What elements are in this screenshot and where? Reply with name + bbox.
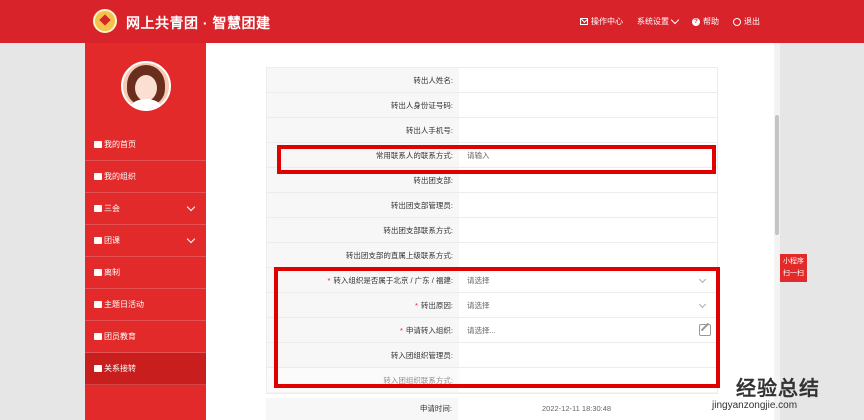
youth-league-logo-icon [93, 9, 117, 33]
form-row-name: 转出人姓名: [267, 68, 717, 93]
chevron-down-icon [186, 202, 196, 212]
sidebar-item-system[interactable]: 离制 [85, 257, 206, 289]
form-row-in-admin: 转入团组织管理员: [267, 343, 717, 368]
home-icon [94, 141, 102, 148]
sidebar-item-league-class[interactable]: 团课 [85, 225, 206, 257]
target-org-picker[interactable]: 请选择... [459, 318, 717, 342]
form-row-target-org: * 申请转入组织: 请选择... [267, 318, 717, 343]
top-nav: 操作中心 系统设置 ? 帮助 退出 [580, 0, 864, 43]
watermark: 经验总结 jingyanzongjie.com [712, 378, 820, 411]
form-row-out-contact: 转出团支部联系方式: [267, 218, 717, 243]
chevron-down-icon [670, 15, 680, 25]
edit-icon[interactable] [699, 324, 711, 336]
form-row-superior-contact: 转出团支部的直属上级联系方式: [267, 243, 717, 268]
sidebar-menu: 我的首页 我的组织 三会 团课 离制 主题日活动 团员教育 关系接转 [85, 129, 206, 385]
form-row-out-admin: 转出团支部管理员: [267, 193, 717, 218]
users-icon [94, 173, 102, 180]
sidebar-item-my-org[interactable]: 我的组织 [85, 161, 206, 193]
checkbox-icon [94, 205, 102, 212]
nav-logout[interactable]: 退出 [733, 16, 760, 27]
nav-operation-center[interactable]: 操作中心 [580, 16, 623, 27]
form-row-submit-time: 申请时间: 2022-12-11 18:30:48 [266, 398, 718, 420]
gear-icon [94, 301, 102, 308]
sidebar-item-theme-day[interactable]: 主题日活动 [85, 289, 206, 321]
circle-icon [94, 269, 102, 276]
region-select[interactable]: 请选择 [459, 268, 717, 292]
graduation-cap-icon [94, 333, 102, 340]
brand-title: 网上共青团 · 智慧团建 [126, 15, 271, 31]
form-row-reason-select: * 转出原因: 请选择 [267, 293, 717, 318]
required-mark: * [414, 301, 418, 310]
folder-icon [94, 237, 102, 244]
sidebar-item-three-meetings[interactable]: 三会 [85, 193, 206, 225]
form-row-region-select: * 转入组织是否属于北京 / 广东 / 福建: 请选择 [267, 268, 717, 293]
form-row-contact: 常用联系人的联系方式: 请输入 [267, 143, 717, 168]
form-row-in-contact: 转入团组织联系方式: [267, 368, 717, 393]
left-backdrop [0, 43, 85, 420]
form-row-id-number: 转出人身份证号码: [267, 93, 717, 118]
avatar[interactable] [121, 61, 171, 111]
power-icon [733, 17, 741, 26]
required-mark: * [399, 326, 403, 335]
form-row-phone: 转出人手机号: [267, 118, 717, 143]
scrollbar-thumb[interactable] [775, 115, 779, 235]
reason-select[interactable]: 请选择 [459, 293, 717, 317]
chevron-down-icon [186, 234, 196, 244]
nav-system-settings[interactable]: 系统设置 [637, 15, 680, 27]
form-row-out-branch: 转出团支部: [267, 168, 717, 193]
sidebar-item-education[interactable]: 团员教育 [85, 321, 206, 353]
contact-input[interactable]: 请输入 [459, 143, 717, 167]
transfer-form: 转出人姓名: 转出人身份证号码: 转出人手机号: 常用联系人的联系方式: 请输入… [266, 67, 718, 394]
right-backdrop [780, 43, 864, 420]
sidebar-item-home[interactable]: 我的首页 [85, 129, 206, 161]
refresh-icon [94, 365, 102, 372]
top-header: 网上共青团 · 智慧团建 操作中心 系统设置 ? 帮助 退出 [0, 0, 864, 43]
nav-help[interactable]: ? 帮助 [692, 16, 719, 27]
mail-icon [580, 18, 588, 25]
help-icon: ? [692, 17, 700, 26]
sidebar-item-transfer[interactable]: 关系接转 [85, 353, 206, 385]
mini-program-tab[interactable]: 小程序 扫一扫 [780, 254, 807, 282]
required-mark: * [327, 276, 331, 285]
sidebar: 我的首页 我的组织 三会 团课 离制 主题日活动 团员教育 关系接转 [85, 43, 206, 420]
